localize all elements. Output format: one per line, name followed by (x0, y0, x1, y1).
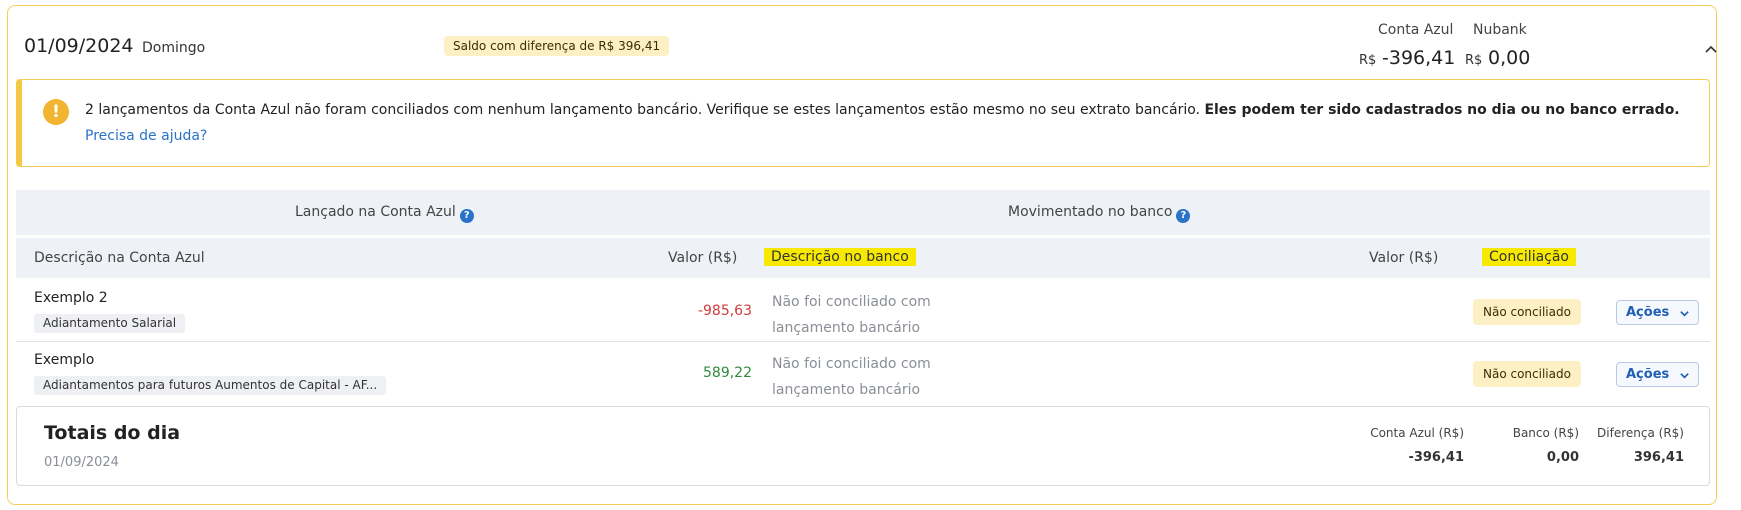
totals-banco-value: 0,00 (1546, 450, 1579, 465)
table-row: Exemplo 2 Adiantamento Salarial -985,63 … (16, 280, 1710, 342)
help-icon[interactable]: ? (459, 209, 474, 223)
header-conta-azul-value: -396,41 (1382, 47, 1456, 69)
help-link[interactable]: Precisa de ajuda? (85, 128, 207, 144)
row-bank-description: Não foi conciliado com lançamento bancár… (772, 351, 931, 403)
row-description: Exemplo 2 (34, 290, 108, 306)
difference-badge: Saldo com diferença de R$ 396,41 (444, 36, 670, 56)
header-bank-currency: R$ (1465, 53, 1483, 68)
header-bank-label: Nubank (1473, 22, 1527, 38)
col-conciliacao: Conciliação (1482, 248, 1577, 266)
warning-alert: ! 2 lançamentos da Conta Azul não foram … (16, 79, 1710, 167)
actions-button[interactable]: Ações (1616, 362, 1699, 387)
group-title-conta-azul-text: Lançado na Conta Azul (295, 204, 456, 220)
actions-label: Ações (1626, 305, 1670, 320)
warning-message: 2 lançamentos da Conta Azul não foram co… (85, 102, 1680, 118)
row-bank-line: Não foi conciliado com (772, 294, 931, 310)
totals-conta-azul-value: -396,41 (1408, 450, 1464, 465)
group-title-banco: Movimentado no banco? (1008, 204, 1191, 223)
group-title-banco-text: Movimentado no banco (1008, 204, 1173, 220)
row-bank-line: lançamento bancário (772, 320, 921, 336)
totals-date: 01/09/2024 (44, 455, 119, 470)
row-value: 589,22 (703, 365, 752, 381)
totals-diferenca-value: 396,41 (1633, 450, 1684, 465)
header-conta-azul-currency: R$ (1359, 53, 1377, 68)
help-icon[interactable]: ? (1176, 209, 1191, 223)
totals-conta-azul-label: Conta Azul (R$) (1370, 426, 1464, 440)
group-title-conta-azul: Lançado na Conta Azul? (295, 204, 474, 223)
totals-title: Totais do dia (44, 422, 181, 444)
day-weekday: Domingo (142, 40, 206, 56)
status-badge: Não conciliado (1473, 299, 1581, 325)
actions-label: Ações (1626, 367, 1670, 382)
chevron-down-icon (1680, 311, 1689, 317)
row-category-tag: Adiantamento Salarial (34, 314, 186, 333)
col-valor-banco: Valor (R$) (1369, 250, 1439, 266)
actions-button[interactable]: Ações (1616, 300, 1699, 325)
table-column-header: Descrição na Conta Azul Valor (R$) Descr… (16, 238, 1710, 278)
table-group-header: Lançado na Conta Azul? Movimentado no ba… (16, 190, 1710, 235)
col-valor-conta-azul: Valor (R$) (668, 250, 738, 266)
col-desc-banco: Descrição no banco (764, 248, 916, 266)
row-bank-line: Não foi conciliado com (772, 356, 931, 372)
row-bank-line: lançamento bancário (772, 382, 921, 398)
totals-diferenca-label: Diferença (R$) (1597, 426, 1684, 440)
status-badge: Não conciliado (1473, 361, 1581, 387)
exclamation-icon: ! (43, 99, 69, 125)
day-totals: Totais do dia 01/09/2024 Conta Azul (R$)… (16, 406, 1710, 486)
row-description: Exemplo (34, 352, 95, 368)
row-category-tag: Adiantamentos para futuros Aumentos de C… (34, 376, 387, 395)
warning-bold-text: Eles podem ter sido cadastrados no dia o… (1204, 102, 1680, 118)
row-bank-description: Não foi conciliado com lançamento bancár… (772, 289, 931, 341)
col-desc-conta-azul: Descrição na Conta Azul (34, 250, 205, 266)
day-date: 01/09/2024 (24, 35, 134, 57)
table-row: Exemplo Adiantamentos para futuros Aumen… (16, 342, 1710, 404)
chevron-down-icon (1680, 373, 1689, 379)
row-value: -985,63 (697, 303, 752, 319)
totals-banco-label: Banco (R$) (1512, 426, 1579, 440)
header-bank-value: 0,00 (1488, 47, 1531, 69)
header-conta-azul-label: Conta Azul (1378, 22, 1454, 38)
chevron-up-icon[interactable] (1703, 42, 1719, 58)
warning-text: 2 lançamentos da Conta Azul não foram co… (85, 102, 1205, 118)
